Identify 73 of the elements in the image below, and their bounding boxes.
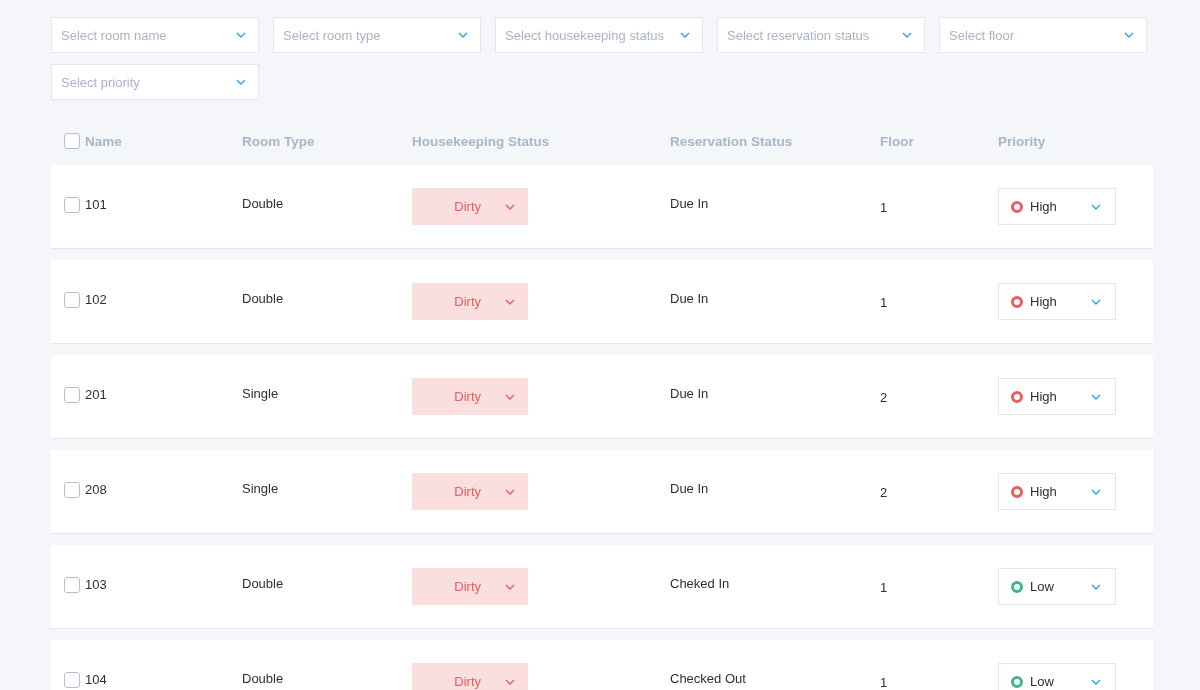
select-field[interactable]: Select housekeeping status [495, 17, 703, 53]
priority-dropdown[interactable]: Low [998, 568, 1116, 605]
status-dropdown[interactable]: Dirty [412, 568, 528, 605]
column-header: Room Type [242, 134, 315, 149]
status-dropdown[interactable]: Dirty [412, 663, 528, 690]
column-header: Floor [880, 134, 914, 149]
table-cell: Due In [670, 386, 709, 401]
chevron-down-icon [505, 488, 515, 495]
table-cell: 102 [85, 292, 107, 307]
table-cell: Single [242, 386, 279, 401]
chevron-down-icon [1091, 488, 1101, 495]
table-cell: 1 [880, 675, 888, 690]
column-header: Housekeeping Status [412, 134, 550, 149]
chevron-down-icon [1124, 32, 1134, 38]
chevron-down-icon [1091, 583, 1101, 590]
chevron-down-icon [458, 32, 468, 38]
chevron-down-icon [236, 32, 246, 38]
chevron-down-icon [680, 32, 690, 38]
chevron-down-icon [505, 678, 515, 685]
status-dropdown[interactable]: Dirty [412, 283, 528, 320]
table-cell: Due In [670, 291, 709, 306]
chevron-down-icon [505, 298, 515, 305]
select-field[interactable]: Select reservation status [717, 17, 925, 53]
table-cell: 101 [85, 197, 107, 212]
table-cell: 2 [880, 485, 888, 500]
priority-dropdown[interactable]: High [998, 188, 1116, 225]
checkbox[interactable] [64, 133, 80, 149]
chevron-down-icon [1091, 678, 1101, 685]
table-cell: Due In [670, 481, 709, 496]
table-cell: 208 [85, 482, 107, 497]
checkbox[interactable] [64, 291, 80, 308]
table-cell: 2 [880, 390, 888, 405]
chevron-down-icon [902, 32, 912, 38]
table-cell: Single [242, 481, 279, 496]
status-dropdown[interactable]: Dirty [412, 188, 528, 225]
table-cell: Double [242, 576, 284, 591]
chevron-down-icon [505, 393, 515, 400]
chevron-down-icon [505, 583, 515, 590]
chevron-down-icon [1091, 203, 1101, 210]
priority-dropdown[interactable]: Low [998, 663, 1116, 690]
chevron-down-icon [505, 203, 515, 210]
select-field[interactable]: Select priority [51, 64, 259, 100]
table-cell: 1 [880, 295, 888, 310]
checkbox[interactable] [64, 196, 80, 213]
table-cell: Double [242, 291, 284, 306]
status-dropdown[interactable]: Dirty [412, 378, 528, 415]
table-cell: Checked Out [670, 671, 746, 686]
priority-dropdown[interactable]: High [998, 473, 1116, 510]
select-field[interactable]: Select floor [939, 17, 1147, 53]
priority-dropdown[interactable]: High [998, 283, 1116, 320]
checkbox[interactable] [64, 386, 80, 403]
select-field[interactable]: Select room name [51, 17, 259, 53]
table-cell: 1 [880, 580, 888, 595]
table-cell: 1 [880, 200, 888, 215]
table-cell: Double [242, 196, 284, 211]
chevron-down-icon [1091, 393, 1101, 400]
column-header: Reservation Status [670, 134, 793, 149]
priority-dropdown[interactable]: High [998, 378, 1116, 415]
status-dropdown[interactable]: Dirty [412, 473, 528, 510]
table-cell: 104 [85, 672, 107, 687]
chevron-down-icon [1091, 298, 1101, 305]
column-header: Name [85, 133, 122, 149]
select-field[interactable]: Select room type [273, 17, 481, 53]
table-cell: Due In [670, 196, 709, 211]
chevron-down-icon [236, 79, 246, 85]
table-cell: 201 [85, 387, 107, 402]
column-header: Priority [998, 134, 1046, 149]
checkbox[interactable] [64, 481, 80, 498]
table-cell: Double [242, 671, 284, 686]
table-cell: Cheked In [670, 576, 730, 591]
table-cell: 103 [85, 577, 107, 592]
checkbox[interactable] [64, 671, 80, 688]
checkbox[interactable] [64, 576, 80, 593]
